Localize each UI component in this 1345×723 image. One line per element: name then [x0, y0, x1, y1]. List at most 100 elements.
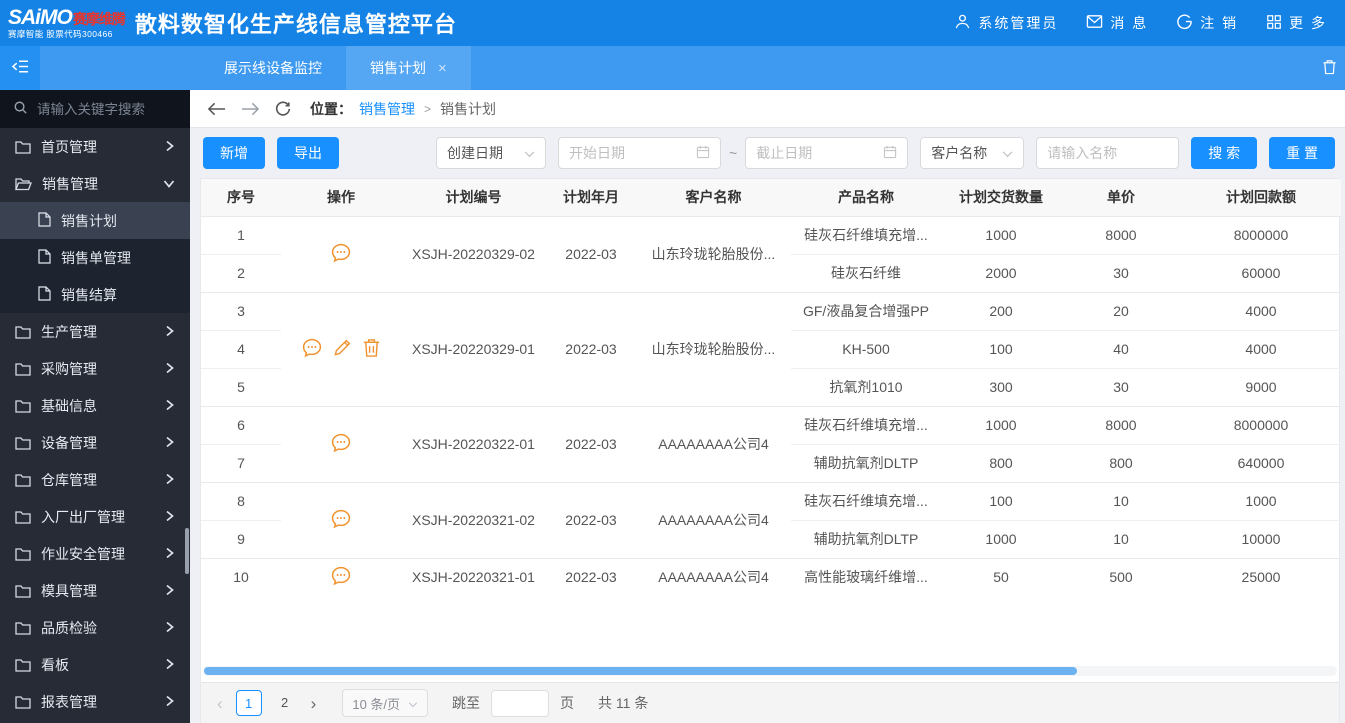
close-icon[interactable]: ×: [438, 61, 447, 76]
end-date-input[interactable]: [756, 145, 876, 161]
breadcrumb-current: 销售计划: [440, 100, 497, 117]
sidebar-item-生产管理[interactable]: 生产管理: [0, 313, 190, 350]
sidebar-item-label: 采购管理: [41, 360, 97, 377]
back-icon[interactable]: [207, 102, 226, 116]
chevron-right-icon: [164, 546, 175, 562]
cell-price: 30: [1113, 265, 1129, 281]
cell-product: 高性能玻璃纤维增...: [791, 557, 941, 596]
more-button[interactable]: 更 多: [1266, 13, 1327, 33]
cell-plan-no: XSJH-20220329-01: [401, 291, 546, 406]
cell-index: 1: [201, 216, 281, 255]
name-filter-input[interactable]: [1047, 145, 1169, 161]
page-size-select[interactable]: 10 条/页: [342, 689, 429, 717]
comment-icon[interactable]: [330, 242, 352, 267]
horizontal-scrollbar-thumb[interactable]: [204, 667, 1078, 675]
sidebar-item-设备管理[interactable]: 设备管理: [0, 424, 190, 461]
forward-icon[interactable]: [241, 102, 260, 116]
sidebar-item-作业安全管理[interactable]: 作业安全管理: [0, 535, 190, 572]
folder-icon: [15, 584, 31, 598]
sidebar-subitem-销售结算[interactable]: 销售结算: [0, 276, 190, 313]
sidebar-subitem-销售计划[interactable]: 销售计划: [0, 202, 190, 239]
jump-page-input[interactable]: [491, 689, 550, 717]
sidebar-item-基础信息[interactable]: 基础信息: [0, 387, 190, 424]
sidebar-item-label: 模具管理: [41, 582, 97, 599]
sidebar-menu: 首页管理 销售管理 销售计划 销售单管理 销售结算 生产管理采购管理基础信息 设备管理仓库管…: [0, 128, 190, 723]
start-date-input[interactable]: [569, 145, 689, 161]
sidebar-search-input[interactable]: [37, 101, 167, 117]
page-number-2[interactable]: 2: [272, 690, 298, 716]
breadcrumb-parent-link[interactable]: 销售管理: [359, 99, 415, 119]
start-date-field[interactable]: [558, 137, 722, 169]
sidebar-subitem-销售单管理[interactable]: 销售单管理: [0, 239, 190, 276]
app-window: SAiMO 赛摩维腾 赛摩智能 股票代码300466 散料数智化生产线信息管控平…: [0, 0, 1345, 723]
sidebar-scrollbar[interactable]: [185, 528, 189, 574]
sidebar-item-采购管理[interactable]: 采购管理: [0, 350, 190, 387]
cell-price: 40: [1061, 330, 1181, 369]
sidebar-item-销售管理[interactable]: 销售管理: [0, 165, 190, 202]
comment-icon[interactable]: [330, 432, 352, 457]
column-header-单价: 单价: [1061, 179, 1181, 217]
table-row[interactable]: 3 XSJH-20220329-01 2022-03 山东玲珑轮胎股份... GF/液晶…: [201, 291, 1341, 406]
date-type-select[interactable]: 创建日期: [436, 137, 547, 169]
cell-index: 10: [201, 557, 281, 596]
sidebar-item-仓库管理[interactable]: 仓库管理: [0, 461, 190, 498]
tab-销售计划[interactable]: 销售计划 ×: [346, 46, 471, 90]
filter-field-select[interactable]: 客户名称: [920, 137, 1025, 169]
search-button[interactable]: 搜 索: [1191, 137, 1258, 169]
cell-amount: 8000000: [1181, 405, 1341, 445]
sidebar-item-label: 仓库管理: [41, 471, 97, 488]
cell-product: 辅助抗氧剂DLTP: [813, 531, 919, 547]
cell-amount: 8000000: [1181, 216, 1341, 255]
chevron-down-icon: [163, 176, 175, 192]
tab-展示线设备监控[interactable]: 展示线设备监控: [200, 46, 346, 90]
comment-icon[interactable]: [301, 337, 323, 362]
cell-plan-month: 2022-03: [546, 405, 636, 482]
page-number-1[interactable]: 1: [235, 690, 262, 716]
date-range-tilde: ~: [729, 145, 738, 161]
cell-product: 抗氧剂1010: [829, 379, 903, 395]
logo-cn-text: 赛摩维腾: [72, 11, 126, 28]
cell-price: 8000: [1061, 405, 1181, 445]
cell-qty: 300: [989, 379, 1013, 395]
chevron-right-icon: [164, 694, 175, 710]
trash-icon: [1322, 59, 1337, 78]
comment-icon[interactable]: [330, 565, 352, 590]
end-date-field[interactable]: [745, 137, 909, 169]
edit-icon[interactable]: [332, 337, 353, 361]
logo-text: SAiMO: [8, 6, 73, 30]
prev-page-button[interactable]: ‹: [215, 695, 225, 712]
comment-icon[interactable]: [330, 508, 352, 533]
reset-button[interactable]: 重 置: [1269, 137, 1335, 169]
refresh-icon[interactable]: [275, 101, 291, 117]
add-button[interactable]: 新增: [203, 137, 265, 169]
table-row[interactable]: 10 XSJH-20220321-01 2022-03 AAAAAAAA公司4 高性能玻…: [201, 557, 1341, 596]
name-filter-field[interactable]: [1036, 137, 1180, 169]
submenu-销售管理: 销售计划 销售单管理 销售结算: [0, 202, 190, 313]
sidebar-item-品质检验[interactable]: 品质检验: [0, 609, 190, 646]
page-title: 散料数智化生产线信息管控平台: [134, 12, 457, 37]
close-all-tabs-button[interactable]: [1322, 46, 1337, 90]
logout-button[interactable]: 注 销: [1176, 13, 1238, 33]
user-menu[interactable]: 系统管理员: [954, 13, 1058, 33]
sidebar-item-看板[interactable]: 看板: [0, 646, 190, 683]
sidebar-item-入厂出厂管理[interactable]: 入厂出厂管理: [0, 498, 190, 535]
next-page-button[interactable]: ›: [309, 695, 319, 712]
sidebar-search[interactable]: [0, 90, 190, 128]
cell-index: 4: [201, 330, 281, 369]
collapse-sidebar-button[interactable]: [0, 46, 40, 90]
table-row[interactable]: 6 XSJH-20220322-01 2022-03 AAAAAAAA公司4 硅灰石纤维…: [201, 405, 1341, 482]
cell-amount: 640000: [1237, 455, 1285, 471]
horizontal-scrollbar-track[interactable]: [203, 666, 1337, 676]
delete-icon[interactable]: [362, 337, 381, 361]
brand-logo[interactable]: SAiMO 赛摩维腾 赛摩智能 股票代码300466: [8, 6, 126, 39]
sidebar-item-首页管理[interactable]: 首页管理: [0, 128, 190, 165]
cell-price: 500: [1061, 557, 1181, 596]
sidebar-item-模具管理[interactable]: 模具管理: [0, 572, 190, 609]
export-button[interactable]: 导出: [277, 137, 339, 169]
cell-qty: 1000: [941, 405, 1061, 445]
sidebar-item-报表管理[interactable]: 报表管理: [0, 683, 190, 720]
sidebar-item-label: 报表管理: [41, 693, 97, 710]
table-row[interactable]: 1 XSJH-20220329-02 2022-03 山东玲珑轮胎股份... 硅灰石纤维…: [201, 216, 1341, 262]
messages-button[interactable]: 消 息: [1086, 13, 1148, 33]
table-row[interactable]: 8 XSJH-20220321-02 2022-03 AAAAAAAA公司4 硅灰石纤维…: [201, 481, 1341, 558]
